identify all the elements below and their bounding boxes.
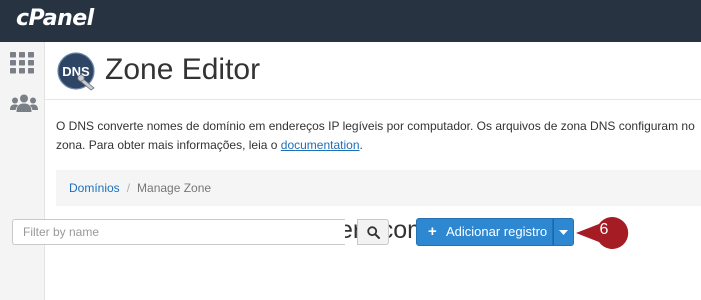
description-text: zona. Para obter mais informações, leia … [56,138,281,152]
plus-icon: + [428,223,437,240]
search-icon [367,226,380,239]
documentation-link[interactable]: documentation [281,138,360,152]
cpanel-logo[interactable]: cPanel [16,6,94,31]
search-button[interactable] [357,219,389,245]
page-description: O DNS converte nomes de domínio em ender… [56,117,701,155]
main-content: DNS Zone Editor O DNS converte nomes de … [45,42,701,300]
caret-down-icon [559,230,568,235]
users-icon[interactable] [10,94,38,117]
description-line-1: O DNS converte nomes de domínio em ender… [56,119,695,133]
breadcrumb-separator: / [126,181,131,195]
breadcrumb-current: Manage Zone [137,181,212,195]
description-end: . [359,138,363,152]
breadcrumb: Domínios / Manage Zone [56,170,701,206]
top-bar: cPanel [0,0,701,42]
page-header: DNS Zone Editor [45,42,701,100]
sidebar [0,42,45,300]
add-record-dropdown-toggle[interactable] [553,218,574,246]
step-number: 6 [599,221,609,238]
description-line-2: zona. Para obter mais informações, leia … [56,136,701,155]
grid-icon[interactable] [10,52,34,79]
breadcrumb-link-domains[interactable]: Domínios [69,181,120,195]
page-title: Zone Editor [105,53,261,86]
svg-text:DNS: DNS [62,64,90,79]
add-record-button[interactable]: + Adicionar registro [416,218,553,246]
add-record-label: Adicionar registro [446,224,548,239]
dns-icon: DNS [57,52,97,92]
filter-input[interactable] [12,219,345,245]
step-callout-marker [576,217,629,249]
